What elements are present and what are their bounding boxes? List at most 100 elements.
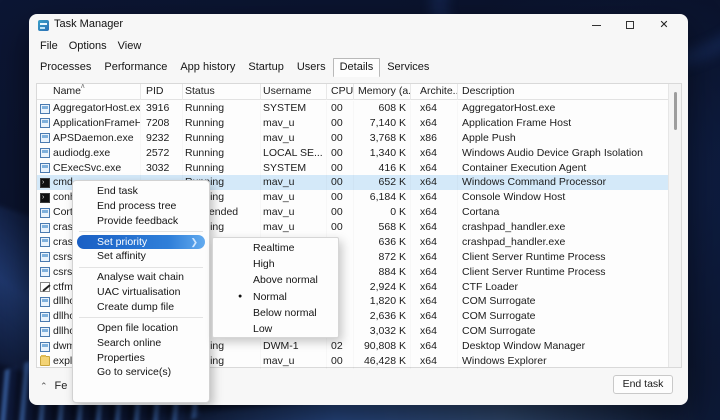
app-icon (40, 237, 50, 247)
menu-separator (79, 267, 203, 268)
column-header-cpu[interactable]: CPU (327, 84, 354, 100)
context-menu-item-go-to-service-s[interactable]: Go to service(s) (73, 365, 209, 380)
cell-description: crashpad_handler.exe (458, 235, 669, 250)
context-menu-item-create-dump-file[interactable]: Create dump file (73, 300, 209, 315)
context-menu-item-label: Set priority (97, 236, 147, 248)
close-button[interactable]: ✕ (648, 14, 680, 36)
cell-memory: 0 K (354, 205, 411, 220)
column-header-status[interactable]: Status (183, 84, 261, 100)
tab-details[interactable]: Details (333, 58, 381, 77)
table-row[interactable]: APSDaemon.exe9232Runningmav_u003,768 Kx8… (37, 131, 669, 146)
priority-option-realtime[interactable]: Realtime (213, 240, 338, 256)
process-name: ctfm (53, 281, 73, 293)
vertical-scrollbar[interactable] (668, 84, 681, 367)
context-menu-item-end-task[interactable]: End task (73, 184, 209, 199)
context-menu-item-provide-feedback[interactable]: Provide feedback (73, 214, 209, 229)
scrollbar-thumb[interactable] (674, 92, 677, 130)
menu-view[interactable]: View (118, 36, 142, 56)
cell-description: CTF Loader (458, 280, 669, 295)
cell-memory: 884 K (354, 265, 411, 280)
end-task-button[interactable]: End task (613, 375, 673, 394)
column-header-username[interactable]: Username (261, 84, 327, 100)
priority-option-normal[interactable]: ● Normal (213, 289, 338, 305)
cell-username: mav_u (261, 131, 327, 146)
column-header-name[interactable]: Name (37, 84, 141, 100)
chevron-up-icon: ⌃ (40, 381, 48, 391)
priority-option-low[interactable]: Low (213, 321, 338, 337)
column-header-description[interactable]: Description (458, 84, 669, 100)
process-name: audiodg.exe (53, 147, 110, 159)
cell-memory: 568 K (354, 220, 411, 235)
tab-performance[interactable]: Performance (98, 59, 173, 75)
menu-file[interactable]: File (40, 36, 58, 56)
tab-users[interactable]: Users (291, 59, 332, 75)
context-menu-item-search-online[interactable]: Search online (73, 336, 209, 351)
cell-description: Console Window Host (458, 190, 669, 205)
minimize-button[interactable] (580, 14, 612, 36)
context-menu-item-end-process-tree[interactable]: End process tree (73, 199, 209, 214)
context-menu-item-set-affinity[interactable]: Set affinity (73, 249, 209, 264)
context-menu-item-set-priority[interactable]: Set priority ❯ (77, 235, 205, 250)
app-icon (40, 208, 50, 218)
cell-memory: 608 K (354, 101, 411, 116)
cell-username: mav_u (261, 116, 327, 131)
cell-status: Running (183, 161, 261, 176)
cell-arch: x64 (411, 116, 458, 131)
cell-memory: 416 K (354, 161, 411, 176)
cell-username: mav_u (261, 354, 327, 369)
context-menu-item-analyse-wait-chain[interactable]: Analyse wait chain (73, 270, 209, 285)
column-header-archite[interactable]: Archite... (411, 84, 458, 100)
table-row[interactable]: AggregatorHost.exe3916RunningSYSTEM00608… (37, 101, 669, 116)
priority-option-above-normal[interactable]: Above normal (213, 272, 338, 288)
priority-option-label: Realtime (253, 242, 294, 254)
fewer-details-toggle[interactable]: ⌃Fe (40, 380, 67, 392)
cell-memory: 636 K (354, 235, 411, 250)
cell-cpu: 00 (327, 146, 354, 161)
priority-option-label: Below normal (253, 307, 317, 319)
pen-icon (40, 282, 50, 292)
column-header-pid[interactable]: PID (141, 84, 183, 100)
cell-pid: 7208 (141, 116, 183, 131)
priority-option-below-normal[interactable]: Below normal (213, 305, 338, 321)
cell-memory: 872 K (354, 250, 411, 265)
cell-arch: x64 (411, 309, 458, 324)
priority-submenu: Realtime HighAbove normal● Normal Below nor… (212, 237, 339, 338)
priority-option-label: Normal (253, 291, 287, 303)
cell-description: Cortana (458, 205, 669, 220)
tab-app-history[interactable]: App history (174, 59, 241, 75)
context-menu-item-uac-virtualisation[interactable]: UAC virtualisation (73, 285, 209, 300)
table-row[interactable]: ApplicationFrameHo...7208Runningmav_u007… (37, 116, 669, 131)
cell-description: Windows Audio Device Graph Isolation (458, 146, 669, 161)
process-name: AggregatorHost.exe (53, 102, 141, 114)
submenu-arrow-icon: ❯ (190, 235, 198, 250)
maximize-button[interactable] (614, 14, 646, 36)
cell-memory: 90,808 K (354, 339, 411, 354)
context-menu: End taskEnd process treeProvide feedback… (72, 180, 210, 403)
context-menu-item-open-file-location[interactable]: Open file location (73, 321, 209, 336)
tab-bar: ProcessesPerformanceApp historyStartupUs… (34, 57, 436, 76)
column-header-memory-a[interactable]: Memory (a... (354, 84, 411, 100)
menu-options[interactable]: Options (69, 36, 107, 56)
cell-cpu: 00 (327, 131, 354, 146)
table-row[interactable]: audiodg.exe2572RunningLOCAL SE...001,340… (37, 146, 669, 161)
cell-arch: x64 (411, 220, 458, 235)
cell-pid: 9232 (141, 131, 183, 146)
cell-name: audiodg.exe (37, 146, 141, 161)
tab-services[interactable]: Services (381, 59, 435, 75)
tab-processes[interactable]: Processes (34, 59, 97, 75)
cell-username: mav_u (261, 220, 327, 235)
cell-memory: 2,924 K (354, 280, 411, 295)
context-menu-item-properties[interactable]: Properties (73, 351, 209, 366)
cell-name: APSDaemon.exe (37, 131, 141, 146)
cell-memory: 7,140 K (354, 116, 411, 131)
priority-option-high[interactable]: High (213, 256, 338, 272)
cell-status: Running (183, 146, 261, 161)
selected-bullet-icon: ● (238, 289, 242, 305)
cell-memory: 1,820 K (354, 294, 411, 309)
cell-arch: x64 (411, 161, 458, 176)
table-row[interactable]: CExecSvc.exe3032RunningSYSTEM00416 Kx64C… (37, 161, 669, 176)
tab-startup[interactable]: Startup (242, 59, 289, 75)
cell-cpu: 02 (327, 339, 354, 354)
cell-name: CExecSvc.exe (37, 161, 141, 176)
window-title: Task Manager (54, 18, 123, 30)
